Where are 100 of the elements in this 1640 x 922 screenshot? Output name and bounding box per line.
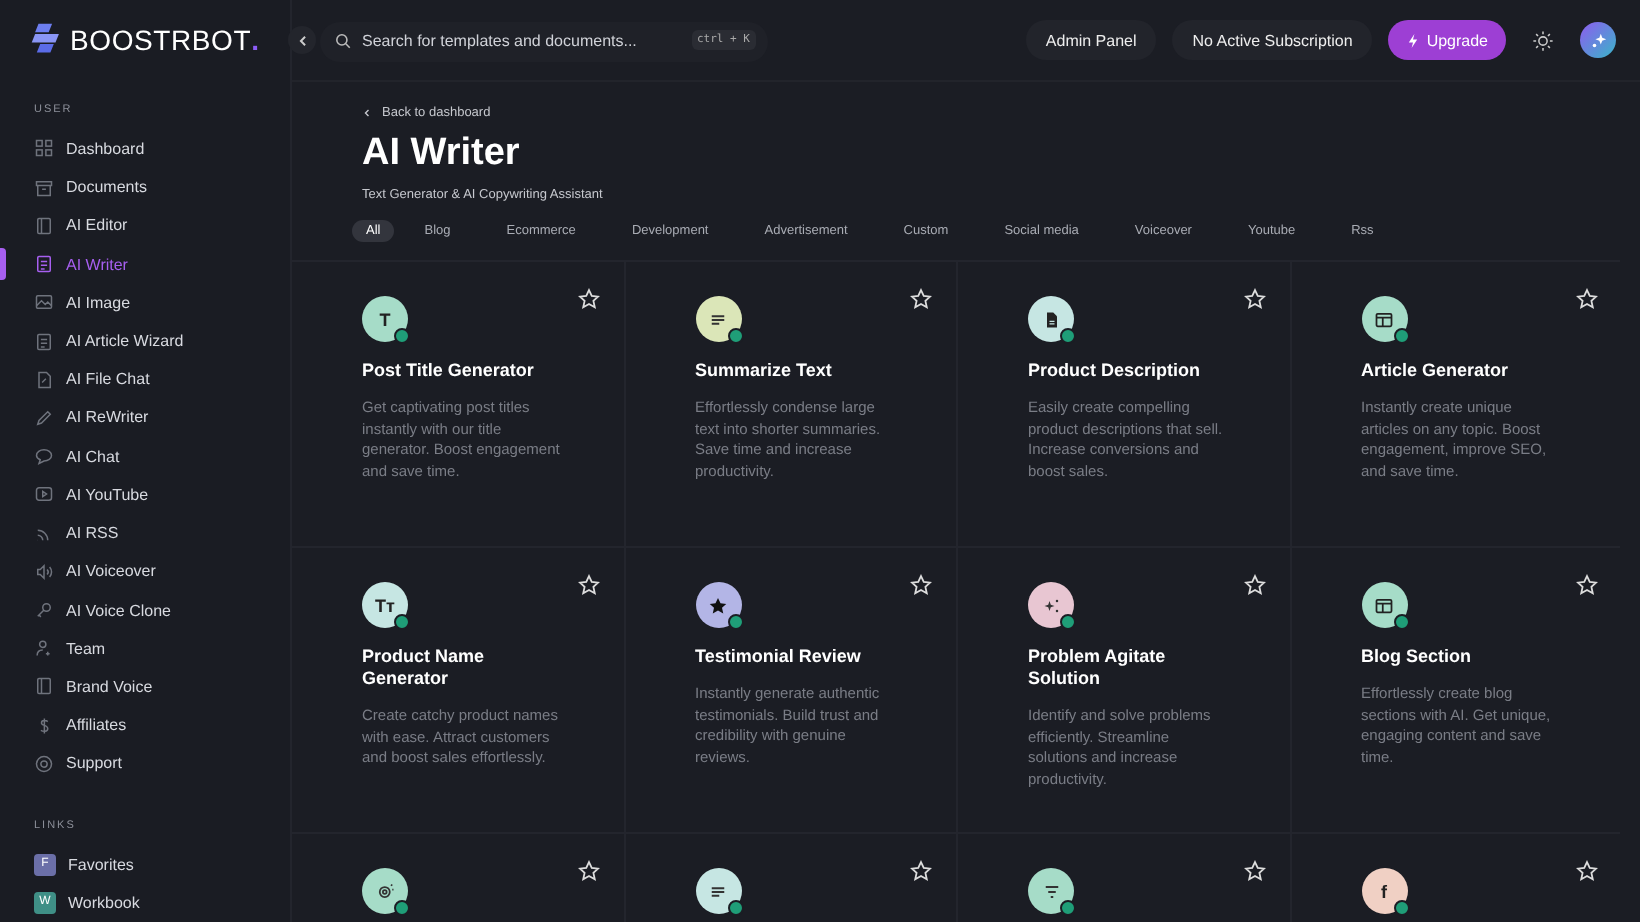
collapse-button[interactable] bbox=[288, 26, 316, 54]
chevron-left-icon bbox=[362, 108, 372, 118]
bolt-icon bbox=[1406, 33, 1421, 47]
sidebar-item[interactable]: AI Voice Clone bbox=[0, 590, 290, 630]
letter-icon: f bbox=[1381, 881, 1387, 901]
sidebar-item[interactable]: Brand Voice bbox=[0, 667, 290, 707]
sparkle-icon bbox=[1589, 31, 1607, 49]
status-dot bbox=[394, 900, 410, 916]
layout-icon bbox=[1374, 595, 1394, 615]
favorite-button[interactable] bbox=[1243, 286, 1265, 308]
favorite-button[interactable] bbox=[910, 286, 932, 308]
template-card[interactable]: f bbox=[1291, 834, 1620, 922]
play-icon bbox=[34, 484, 54, 505]
favorite-button[interactable] bbox=[910, 858, 932, 880]
card-title: Product Name Generator bbox=[362, 646, 487, 690]
book-icon bbox=[34, 676, 54, 697]
doc-icon bbox=[34, 331, 54, 351]
card-title: Post Title Generator bbox=[362, 360, 536, 382]
sun-icon[interactable] bbox=[1532, 29, 1554, 51]
star-icon bbox=[577, 288, 599, 310]
status-dot bbox=[727, 614, 743, 630]
star-icon bbox=[910, 288, 932, 310]
lines-icon bbox=[708, 309, 728, 329]
upgrade-button[interactable]: Upgrade bbox=[1388, 20, 1506, 60]
sidebar-item[interactable]: AI Voiceover bbox=[0, 552, 290, 591]
sidebar-item[interactable]: AI Writer bbox=[0, 244, 290, 284]
sidebar-item[interactable]: Team bbox=[0, 629, 290, 668]
layout-icon bbox=[1374, 309, 1394, 329]
star-icon bbox=[1243, 574, 1265, 596]
star-icon bbox=[708, 595, 728, 615]
lifebuoy-icon bbox=[34, 753, 54, 774]
page-title: AI Writer bbox=[362, 132, 520, 176]
archive-icon bbox=[34, 177, 54, 198]
search-icon bbox=[334, 31, 352, 49]
sidebar-item[interactable]: Affiliates bbox=[0, 706, 290, 745]
status-dot bbox=[1060, 900, 1076, 916]
star-icon bbox=[910, 860, 932, 882]
speaker-icon bbox=[34, 561, 54, 582]
card-title: Summarize Text bbox=[695, 360, 834, 382]
star-icon bbox=[1243, 288, 1265, 310]
status-dot bbox=[1393, 614, 1409, 630]
status-dot bbox=[727, 900, 743, 916]
favorite-button[interactable] bbox=[910, 572, 932, 594]
sidebar-item[interactable]: Support bbox=[0, 744, 290, 784]
favorite-button[interactable] bbox=[577, 858, 599, 880]
favorite-button[interactable] bbox=[1243, 572, 1265, 594]
letter-icon: T bbox=[379, 309, 391, 329]
key-icon bbox=[34, 600, 54, 621]
favorite-button[interactable] bbox=[1243, 858, 1265, 880]
sidebar-item[interactable]: AI ReWriter bbox=[0, 398, 290, 438]
star-icon bbox=[577, 574, 599, 596]
pen-icon bbox=[34, 407, 54, 428]
sidebar-item[interactable]: AI YouTube bbox=[0, 475, 290, 514]
status-dot bbox=[1060, 614, 1076, 630]
favorite-button[interactable] bbox=[577, 572, 599, 594]
star-icon bbox=[1576, 288, 1598, 310]
sparkle-icon bbox=[1041, 595, 1061, 615]
status-dot bbox=[1393, 900, 1409, 916]
grid-icon bbox=[34, 138, 54, 159]
chat-icon bbox=[34, 446, 54, 467]
image-icon bbox=[34, 292, 54, 313]
star-icon bbox=[577, 860, 599, 882]
card-title: Product Description bbox=[1028, 360, 1203, 382]
card-title: Testimonial Review bbox=[695, 646, 863, 668]
card-title: Problem Agitate Solution bbox=[1028, 646, 1168, 690]
favorite-button[interactable] bbox=[1576, 858, 1598, 880]
sidebar-item[interactable]: AI Editor bbox=[0, 206, 290, 245]
header-button[interactable]: Admin Panel bbox=[1025, 20, 1157, 60]
brand-name: BOOSTRBOT. bbox=[70, 23, 260, 56]
user-icon bbox=[34, 638, 54, 659]
document-icon bbox=[1041, 309, 1061, 329]
header-button[interactable]: No Active Subscription bbox=[1172, 20, 1373, 60]
status-dot bbox=[394, 328, 410, 344]
card-title: Article Generator bbox=[1361, 360, 1511, 382]
star-icon bbox=[910, 574, 932, 596]
book-icon bbox=[34, 215, 54, 236]
status-dot bbox=[1393, 328, 1409, 344]
file-icon bbox=[34, 369, 54, 390]
favorite-button[interactable] bbox=[577, 286, 599, 308]
lines-icon bbox=[708, 881, 728, 901]
star-icon bbox=[1243, 860, 1265, 882]
star-icon bbox=[1576, 860, 1598, 882]
sidebar-item[interactable]: Documents bbox=[0, 168, 290, 207]
sidebar-item[interactable]: AI File Chat bbox=[0, 360, 290, 399]
status-dot bbox=[727, 328, 743, 344]
card-title: Blog Section bbox=[1361, 646, 1474, 668]
chevron-left-icon bbox=[295, 33, 309, 47]
sidebar-item[interactable]: Dashboard bbox=[0, 129, 290, 169]
favorite-button[interactable] bbox=[1576, 286, 1598, 308]
star-icon bbox=[1576, 574, 1598, 596]
sidebar-item[interactable]: AI Image bbox=[0, 283, 290, 322]
avatar[interactable] bbox=[1580, 22, 1616, 58]
sidebar-item[interactable]: AI Article Wizard bbox=[0, 321, 290, 361]
doc-icon bbox=[34, 254, 54, 275]
sidebar-item[interactable]: AI Chat bbox=[0, 437, 290, 476]
status-dot bbox=[1060, 328, 1076, 344]
gear-icon bbox=[375, 881, 395, 901]
favorite-button[interactable] bbox=[1576, 572, 1598, 594]
sidebar-item[interactable]: AI RSS bbox=[0, 513, 290, 553]
logo-icon bbox=[30, 22, 64, 57]
